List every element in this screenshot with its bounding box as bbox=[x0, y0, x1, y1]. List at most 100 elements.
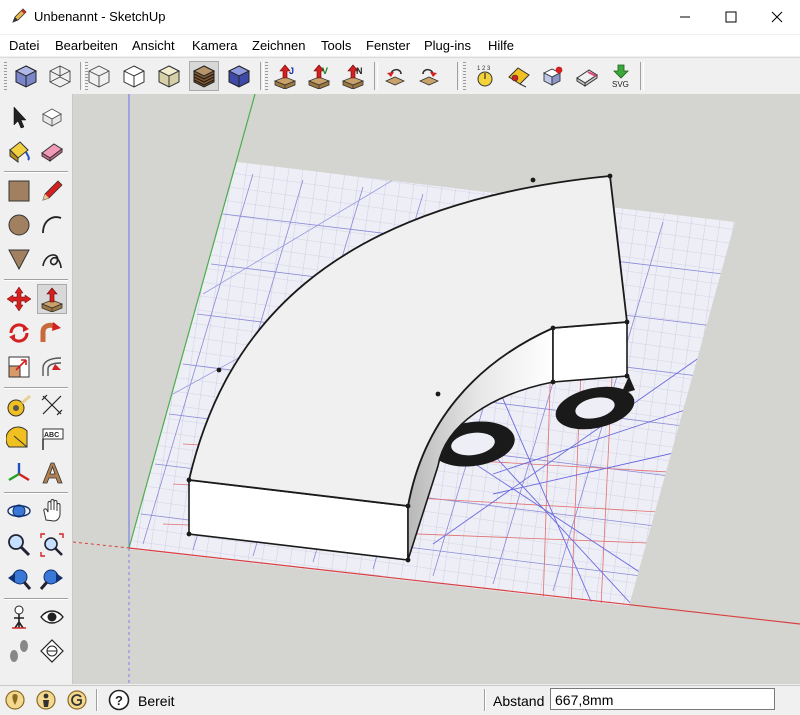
menu-hilfe[interactable]: Hilfe bbox=[488, 38, 514, 53]
eraser-tool-button[interactable] bbox=[572, 61, 602, 91]
shaded-textures-icon bbox=[192, 65, 216, 88]
maximize-icon bbox=[725, 11, 737, 23]
geo-location-icon[interactable] bbox=[4, 689, 26, 711]
3d-text-icon bbox=[42, 462, 63, 484]
vector-push-pull-button[interactable]: V bbox=[304, 61, 334, 91]
monochrome-button[interactable] bbox=[224, 61, 254, 91]
shaded-button[interactable] bbox=[154, 61, 184, 91]
repeat-push-pull-button[interactable] bbox=[414, 61, 444, 91]
next-view-button[interactable] bbox=[37, 564, 67, 594]
status-separator bbox=[484, 689, 486, 711]
zoom-button[interactable] bbox=[4, 530, 34, 560]
svg-text:SVG: SVG bbox=[612, 80, 629, 89]
top-toolbar: J V N 1 2 3 SVG bbox=[0, 57, 800, 95]
status-separator bbox=[96, 689, 98, 711]
menu-bearbeiten[interactable]: Bearbeiten bbox=[55, 38, 118, 53]
component-tool-button[interactable] bbox=[538, 61, 568, 91]
close-button[interactable] bbox=[754, 0, 800, 34]
monochrome-icon bbox=[227, 65, 251, 88]
credits-icon[interactable] bbox=[35, 689, 57, 711]
menu-fenster[interactable]: Fenster bbox=[366, 38, 410, 53]
join-push-pull-icon: J bbox=[273, 64, 297, 89]
push-pull-button[interactable] bbox=[37, 284, 67, 314]
protractor-button[interactable] bbox=[4, 424, 34, 454]
line-button[interactable] bbox=[37, 176, 67, 206]
walk-button[interactable] bbox=[4, 636, 34, 666]
toolbar-grip[interactable] bbox=[265, 62, 268, 90]
measure-cad-button[interactable]: 1 2 3 bbox=[470, 61, 500, 91]
arc-button[interactable] bbox=[37, 210, 67, 240]
shaded-textures-button[interactable] bbox=[189, 61, 219, 91]
axes-button[interactable] bbox=[4, 458, 34, 488]
menu-ansicht[interactable]: Ansicht bbox=[132, 38, 175, 53]
polygon-icon bbox=[8, 249, 30, 271]
circle-button[interactable] bbox=[4, 210, 34, 240]
menu-kamera[interactable]: Kamera bbox=[192, 38, 238, 53]
toolbar-separator bbox=[457, 62, 461, 90]
push-pull-icon bbox=[40, 287, 64, 312]
normal-push-pull-button[interactable]: N bbox=[338, 61, 368, 91]
pan-button[interactable] bbox=[37, 496, 67, 526]
menu-datei[interactable]: Datei bbox=[9, 38, 39, 53]
minimize-icon bbox=[680, 16, 690, 18]
dimension-icon bbox=[41, 394, 63, 416]
export-svg-button[interactable]: SVG bbox=[606, 61, 636, 91]
text-button[interactable]: ABC bbox=[37, 424, 67, 454]
look-around-icon bbox=[40, 610, 64, 624]
iso-view-button[interactable] bbox=[11, 61, 41, 91]
help-icon[interactable]: ? bbox=[108, 689, 130, 711]
look-around-button[interactable] bbox=[37, 602, 67, 632]
position-camera-button[interactable] bbox=[4, 602, 34, 632]
move-button[interactable] bbox=[4, 284, 34, 314]
make-component-button[interactable] bbox=[37, 102, 67, 132]
dimension-button[interactable] bbox=[37, 390, 67, 420]
undo-push-pull-button[interactable] bbox=[380, 61, 410, 91]
toolbar-separator bbox=[4, 387, 68, 389]
polygon-button[interactable] bbox=[4, 244, 34, 274]
menu-bar: Datei Bearbeiten Ansicht Kamera Zeichnen… bbox=[0, 35, 800, 56]
vector-push-pull-icon: V bbox=[307, 64, 331, 89]
xray-button[interactable] bbox=[84, 61, 114, 91]
svg-text:J: J bbox=[289, 66, 294, 76]
paint-bucket-button[interactable] bbox=[4, 136, 34, 166]
join-push-pull-button[interactable]: J bbox=[270, 61, 300, 91]
zoom-extents-button[interactable] bbox=[37, 530, 67, 560]
drawing-viewport[interactable] bbox=[73, 94, 800, 684]
circle-icon bbox=[8, 214, 30, 236]
eraser-button[interactable] bbox=[37, 136, 67, 166]
viewport-canvas[interactable] bbox=[73, 94, 800, 684]
minimize-button[interactable] bbox=[662, 0, 708, 34]
maximize-button[interactable] bbox=[708, 0, 754, 34]
dimension-tool-button[interactable] bbox=[504, 61, 534, 91]
offset-button[interactable] bbox=[37, 352, 67, 382]
next-view-icon bbox=[39, 569, 63, 590]
menu-zeichnen[interactable]: Zeichnen bbox=[252, 38, 305, 53]
rotate-button[interactable] bbox=[4, 318, 34, 348]
3d-text-button[interactable] bbox=[37, 458, 67, 488]
menu-plugins[interactable]: Plug-ins bbox=[424, 38, 471, 53]
menu-tools[interactable]: Tools bbox=[321, 38, 351, 53]
rectangle-button[interactable] bbox=[4, 176, 34, 206]
zoom-icon bbox=[8, 534, 31, 557]
orbit-button[interactable] bbox=[4, 496, 34, 526]
toolbar-separator bbox=[374, 62, 378, 90]
arc-icon bbox=[42, 216, 62, 234]
make-component-icon bbox=[42, 108, 62, 127]
toolbar-grip[interactable] bbox=[4, 62, 7, 90]
wireframe-button[interactable] bbox=[45, 61, 75, 91]
toolbar-grip[interactable] bbox=[463, 62, 466, 90]
xray-icon bbox=[88, 65, 110, 88]
section-plane-button[interactable] bbox=[37, 636, 67, 666]
freehand-button[interactable] bbox=[37, 244, 67, 274]
select-button[interactable] bbox=[4, 102, 34, 132]
tape-measure-button[interactable] bbox=[4, 390, 34, 420]
follow-me-button[interactable] bbox=[37, 318, 67, 348]
tape-measure-icon bbox=[7, 394, 31, 417]
hidden-line-button[interactable] bbox=[119, 61, 149, 91]
signin-icon[interactable] bbox=[66, 689, 88, 711]
svg-text:1 2 3: 1 2 3 bbox=[477, 66, 491, 72]
scale-icon bbox=[8, 356, 30, 378]
previous-view-button[interactable] bbox=[4, 564, 34, 594]
scale-button[interactable] bbox=[4, 352, 34, 382]
measurements-box[interactable]: 667,8mm bbox=[550, 688, 775, 710]
